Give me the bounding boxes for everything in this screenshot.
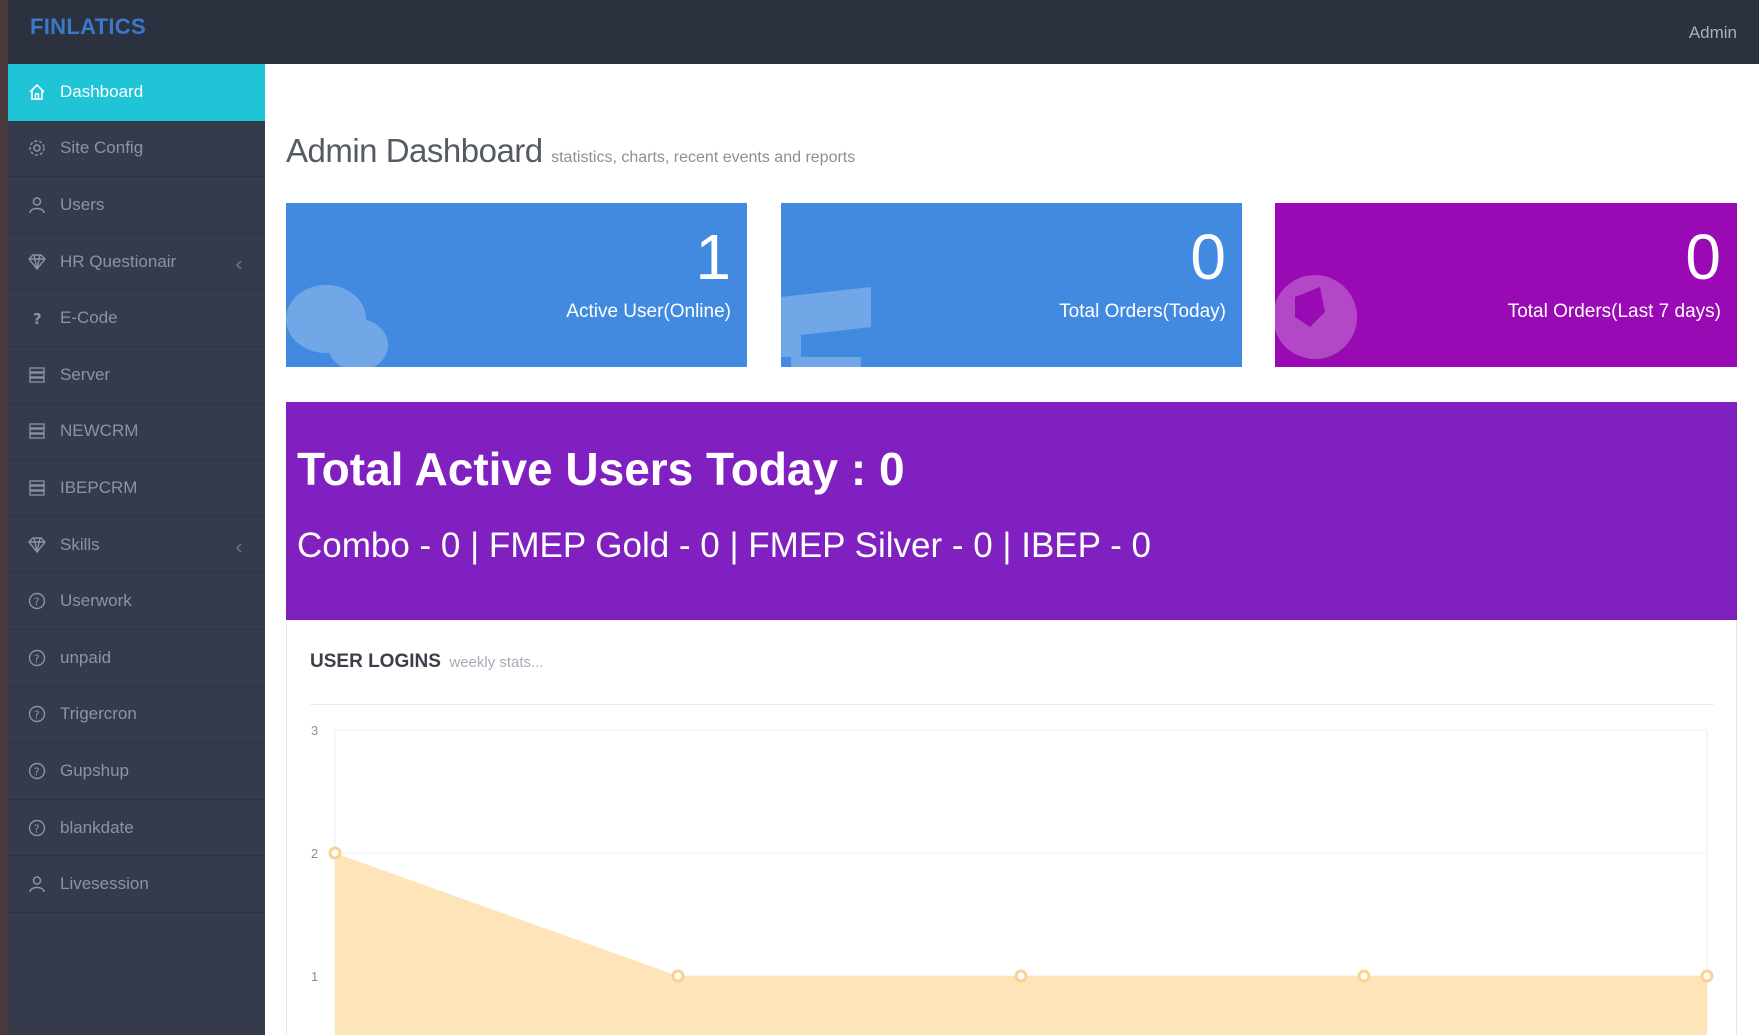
sidebar-item-label: Server [60,364,111,384]
brand-logo[interactable]: FINLATICS [30,14,146,40]
svg-text:?: ? [34,596,40,609]
svg-text:?: ? [34,765,40,778]
sidebar-item-skills[interactable]: Skills [8,517,265,574]
app-frame: FINLATICS Admin Dashboard Site Config User… [0,0,1759,1035]
sidebar-item-label: NEWCRM [60,421,139,441]
diamond-icon [26,534,48,556]
panel-divider [310,704,1714,705]
bar-chart-icon [781,287,871,367]
y-tick-label: 2 [311,846,318,861]
sidebar-item-label: HR Questionair [60,251,177,271]
top-navbar: FINLATICS Admin [8,0,1759,64]
user-logins-panel: USER LOGINS weekly stats... 1 2 3 [286,620,1737,1035]
sidebar-item-server[interactable]: Server [8,347,265,404]
user-icon [26,194,48,216]
sidebar-item-blankdate[interactable]: ? blankdate [8,800,265,857]
stat-value: 0 [1190,221,1226,293]
stat-card-orders-today[interactable]: 0 Total Orders(Today) [781,203,1242,367]
svg-text:?: ? [34,822,40,835]
sidebar-item-label: Gupshup [60,760,129,780]
stat-card-orders-week[interactable]: 0 Total Orders(Last 7 days) [1275,203,1737,367]
stat-value: 0 [1685,221,1721,293]
globe-icon [1275,275,1357,359]
sidebar-item-dashboard[interactable]: Dashboard [8,64,275,121]
sidebar-item-label: Trigercron [60,704,137,724]
stat-label: Active User(Online) [566,301,731,322]
panel-title: USER LOGINS [310,651,441,672]
sidebar-item-trigercron[interactable]: ? Trigercron [8,687,265,744]
home-icon [26,81,48,103]
sidebar-item-gupshup[interactable]: ? Gupshup [8,743,265,800]
help-circle-icon: ? [26,590,48,612]
sidebar-item-label: unpaid [60,647,112,667]
comments-icon [286,285,388,367]
gear-icon [26,137,48,159]
help-circle-icon: ? [26,703,48,725]
page-subtitle: statistics, charts, recent events and re… [551,149,856,166]
active-users-banner: Total Active Users Today : 0 Combo - 0 |… [286,402,1737,620]
server-icon [26,477,48,499]
server-icon [26,364,48,386]
data-point[interactable] [328,846,342,860]
banner-breakdown: Combo - 0 | FMEP Gold - 0 | FMEP Silver … [297,526,1151,565]
stat-label: Total Orders(Last 7 days) [1507,301,1721,322]
stat-label: Total Orders(Today) [1059,301,1226,322]
window-edge [0,0,8,1035]
sidebar-item-label: IBEPCRM [60,477,138,497]
user-logins-chart: 1 2 3 [311,723,1714,1035]
data-point[interactable] [1700,969,1714,983]
sidebar-item-newcrm[interactable]: NEWCRM [8,404,265,461]
chevron-left-icon [233,539,245,553]
help-circle-icon: ? [26,760,48,782]
diamond-icon [26,251,48,273]
y-tick-label: 3 [311,723,318,738]
y-tick-label: 1 [311,969,318,984]
user-menu[interactable]: Admin [1689,23,1737,43]
sidebar-item-unpaid[interactable]: ? unpaid [8,630,265,687]
sidebar-item-label: E-Code [60,308,118,328]
panel-header: USER LOGINS weekly stats... [310,651,544,673]
user-icon [26,873,48,895]
sidebar-item-label: Livesession [60,874,149,894]
sidebar-item-livesession[interactable]: Livesession [8,856,265,913]
login-series-area [335,853,1707,1035]
sidebar-item-e-code[interactable]: ? E-Code [8,290,265,347]
question-icon: ? [26,307,48,329]
sidebar-item-hr-questionair[interactable]: HR Questionair [8,234,265,291]
banner-title: Total Active Users Today : 0 [297,443,905,495]
page-title: Admin Dashboard [286,132,543,169]
svg-text:?: ? [34,709,40,722]
sidebar-item-ibepcrm[interactable]: IBEPCRM [8,460,265,517]
sidebar-item-site-config[interactable]: Site Config [8,121,265,178]
svg-text:?: ? [34,652,40,665]
stat-value: 1 [695,221,731,293]
sidebar-item-users[interactable]: Users [8,177,265,234]
sidebar-item-label: Skills [60,534,100,554]
data-point[interactable] [1014,969,1028,983]
svg-text:?: ? [33,310,42,328]
sidebar-item-label: Dashboard [60,81,144,101]
main-content: Admin Dashboard statistics, charts, rece… [265,64,1759,1035]
server-icon [26,420,48,442]
data-point[interactable] [671,969,685,983]
help-circle-icon: ? [26,647,48,669]
sidebar-item-label: Userwork [60,591,132,611]
help-circle-icon: ? [26,817,48,839]
panel-subtitle: weekly stats... [449,654,544,671]
sidebar-item-label: blankdate [60,817,134,837]
page-header: Admin Dashboard statistics, charts, rece… [286,132,855,170]
sidebar-item-label: Users [60,194,105,214]
sidebar: Dashboard Site Config Users HR Questionair?… [8,64,275,1035]
data-point[interactable] [1357,969,1371,983]
sidebar-item-userwork[interactable]: ? Userwork [8,573,265,630]
sidebar-item-label: Site Config [60,138,144,158]
stat-card-active-users[interactable]: 1 Active User(Online) [286,203,747,367]
chevron-left-icon [233,256,245,270]
